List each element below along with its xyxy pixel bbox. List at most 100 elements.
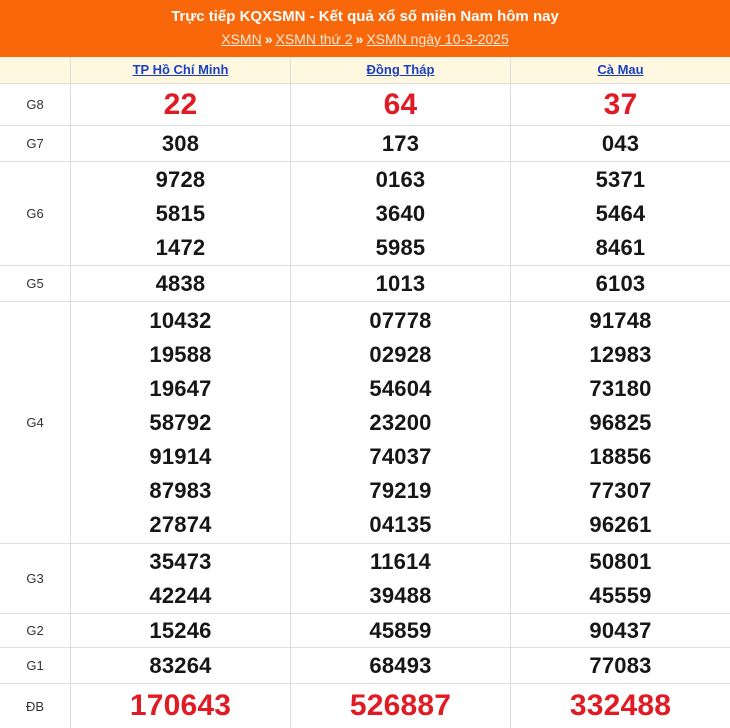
result-number: 3640 (375, 200, 426, 226)
result-cell: 90437 (510, 614, 730, 647)
result-number: 15246 (149, 617, 212, 643)
result-cell: 15246 (70, 614, 290, 647)
result-number: 37 (603, 87, 638, 121)
result-number: 4838 (155, 270, 206, 296)
result-cell: 173 (290, 126, 510, 161)
breadcrumb-separator: » (264, 31, 273, 47)
result-number: 87983 (149, 477, 212, 503)
prize-label: ĐB (25, 698, 45, 714)
result-number: 5464 (595, 200, 646, 226)
result-number: 96825 (589, 409, 652, 435)
result-cell: 35473 42244 (70, 544, 290, 613)
result-cell: 6103 (510, 266, 730, 301)
prize-row-special: ĐB 170643 526887 332488 (0, 684, 730, 728)
breadcrumb-link-xsmn-date[interactable]: XSMN ngày 10-3-2025 (366, 31, 508, 47)
result-cell: 526887 (290, 684, 510, 728)
result-number: 83264 (149, 652, 212, 678)
page-header: Trực tiếp KQXSMN - Kết quả xổ số miền Na… (0, 0, 730, 57)
prize-label: G5 (26, 276, 44, 291)
page-title: Trực tiếp KQXSMN - Kết quả xổ số miền Na… (171, 8, 559, 25)
result-number: 5985 (375, 234, 426, 260)
province-cell: TP Hồ Chí Minh (70, 57, 290, 83)
result-cell: 043 (510, 126, 730, 161)
result-number: 5371 (595, 166, 646, 192)
result-number: 79219 (369, 477, 432, 503)
result-number: 45859 (369, 617, 432, 643)
result-number: 10432 (149, 307, 212, 333)
result-cell: 07778 02928 54604 23200 74037 79219 0413… (290, 302, 510, 543)
result-number: 0163 (375, 166, 426, 192)
result-number: 173 (381, 130, 420, 156)
result-cell: 5371 5464 8461 (510, 162, 730, 265)
result-number: 19647 (149, 375, 212, 401)
result-number: 77083 (589, 652, 652, 678)
result-number: 64 (383, 87, 418, 121)
result-number: 308 (161, 130, 200, 156)
result-number: 74037 (369, 443, 432, 469)
result-cell: 77083 (510, 648, 730, 683)
prize-row-g2: G2 15246 45859 90437 (0, 614, 730, 648)
result-cell: 22 (70, 84, 290, 125)
result-number: 043 (601, 130, 640, 156)
result-cell: 4838 (70, 266, 290, 301)
result-number: 54604 (369, 375, 432, 401)
result-cell: 9728 5815 1472 (70, 162, 290, 265)
result-cell: 1013 (290, 266, 510, 301)
result-number: 1472 (155, 234, 206, 260)
breadcrumb-link-xsmn-thu-2[interactable]: XSMN thứ 2 (275, 31, 352, 47)
result-cell: 170643 (70, 684, 290, 728)
result-number: 07778 (369, 307, 432, 333)
prize-label: G6 (26, 206, 44, 221)
result-cell: 10432 19588 19647 58792 91914 87983 2787… (70, 302, 290, 543)
result-number: 27874 (149, 511, 212, 537)
result-cell: 11614 39488 (290, 544, 510, 613)
prize-label: G4 (26, 415, 44, 430)
prize-row-g5: G5 4838 1013 6103 (0, 266, 730, 302)
prize-label: G2 (26, 623, 44, 638)
result-cell: 50801 45559 (510, 544, 730, 613)
result-number: 50801 (589, 548, 652, 574)
corner-cell (0, 57, 70, 83)
province-link-dong-thap[interactable]: Đồng Tháp (367, 62, 435, 78)
result-number: 6103 (595, 270, 646, 296)
result-number: 04135 (369, 511, 432, 537)
result-number: 91748 (589, 307, 652, 333)
result-number: 8461 (595, 234, 646, 260)
breadcrumb: XSMN» XSMN thứ 2» XSMN ngày 10-3-2025 (0, 30, 730, 48)
result-number: 19588 (149, 341, 212, 367)
result-cell: 0163 3640 5985 (290, 162, 510, 265)
result-cell: 68493 (290, 648, 510, 683)
province-link-tp-ho-chi-minh[interactable]: TP Hồ Chí Minh (133, 62, 229, 78)
prize-row-g6: G6 9728 5815 1472 0163 3640 5985 5371 54… (0, 162, 730, 266)
result-cell: 45859 (290, 614, 510, 647)
province-cell: Đồng Tháp (290, 57, 510, 83)
result-cell: 64 (290, 84, 510, 125)
prize-row-g8: G8 22 64 37 (0, 84, 730, 126)
result-cell: 91748 12983 73180 96825 18856 77307 9626… (510, 302, 730, 543)
results-table: TP Hồ Chí Minh Đồng Tháp Cà Mau G8 22 64… (0, 57, 730, 728)
special-prize-number: 170643 (129, 689, 232, 722)
result-number: 45559 (589, 582, 652, 608)
province-link-ca-mau[interactable]: Cà Mau (597, 62, 643, 78)
prize-row-g4: G4 10432 19588 19647 58792 91914 87983 2… (0, 302, 730, 544)
result-number: 68493 (369, 652, 432, 678)
result-cell: 308 (70, 126, 290, 161)
breadcrumb-link-xsmn[interactable]: XSMN (221, 31, 261, 47)
breadcrumb-separator: » (355, 31, 364, 47)
result-number: 23200 (369, 409, 432, 435)
result-number: 9728 (155, 166, 206, 192)
result-number: 22 (163, 87, 198, 121)
result-number: 77307 (589, 477, 652, 503)
special-prize-number: 526887 (349, 689, 452, 722)
special-prize-number: 332488 (569, 689, 672, 722)
province-header-row: TP Hồ Chí Minh Đồng Tháp Cà Mau (0, 57, 730, 84)
result-number: 90437 (589, 617, 652, 643)
province-cell: Cà Mau (510, 57, 730, 83)
result-number: 02928 (369, 341, 432, 367)
result-number: 5815 (155, 200, 206, 226)
prize-row-g7: G7 308 173 043 (0, 126, 730, 162)
result-number: 12983 (589, 341, 652, 367)
prize-row-g1: G1 83264 68493 77083 (0, 648, 730, 684)
result-number: 35473 (149, 548, 212, 574)
result-cell: 37 (510, 84, 730, 125)
